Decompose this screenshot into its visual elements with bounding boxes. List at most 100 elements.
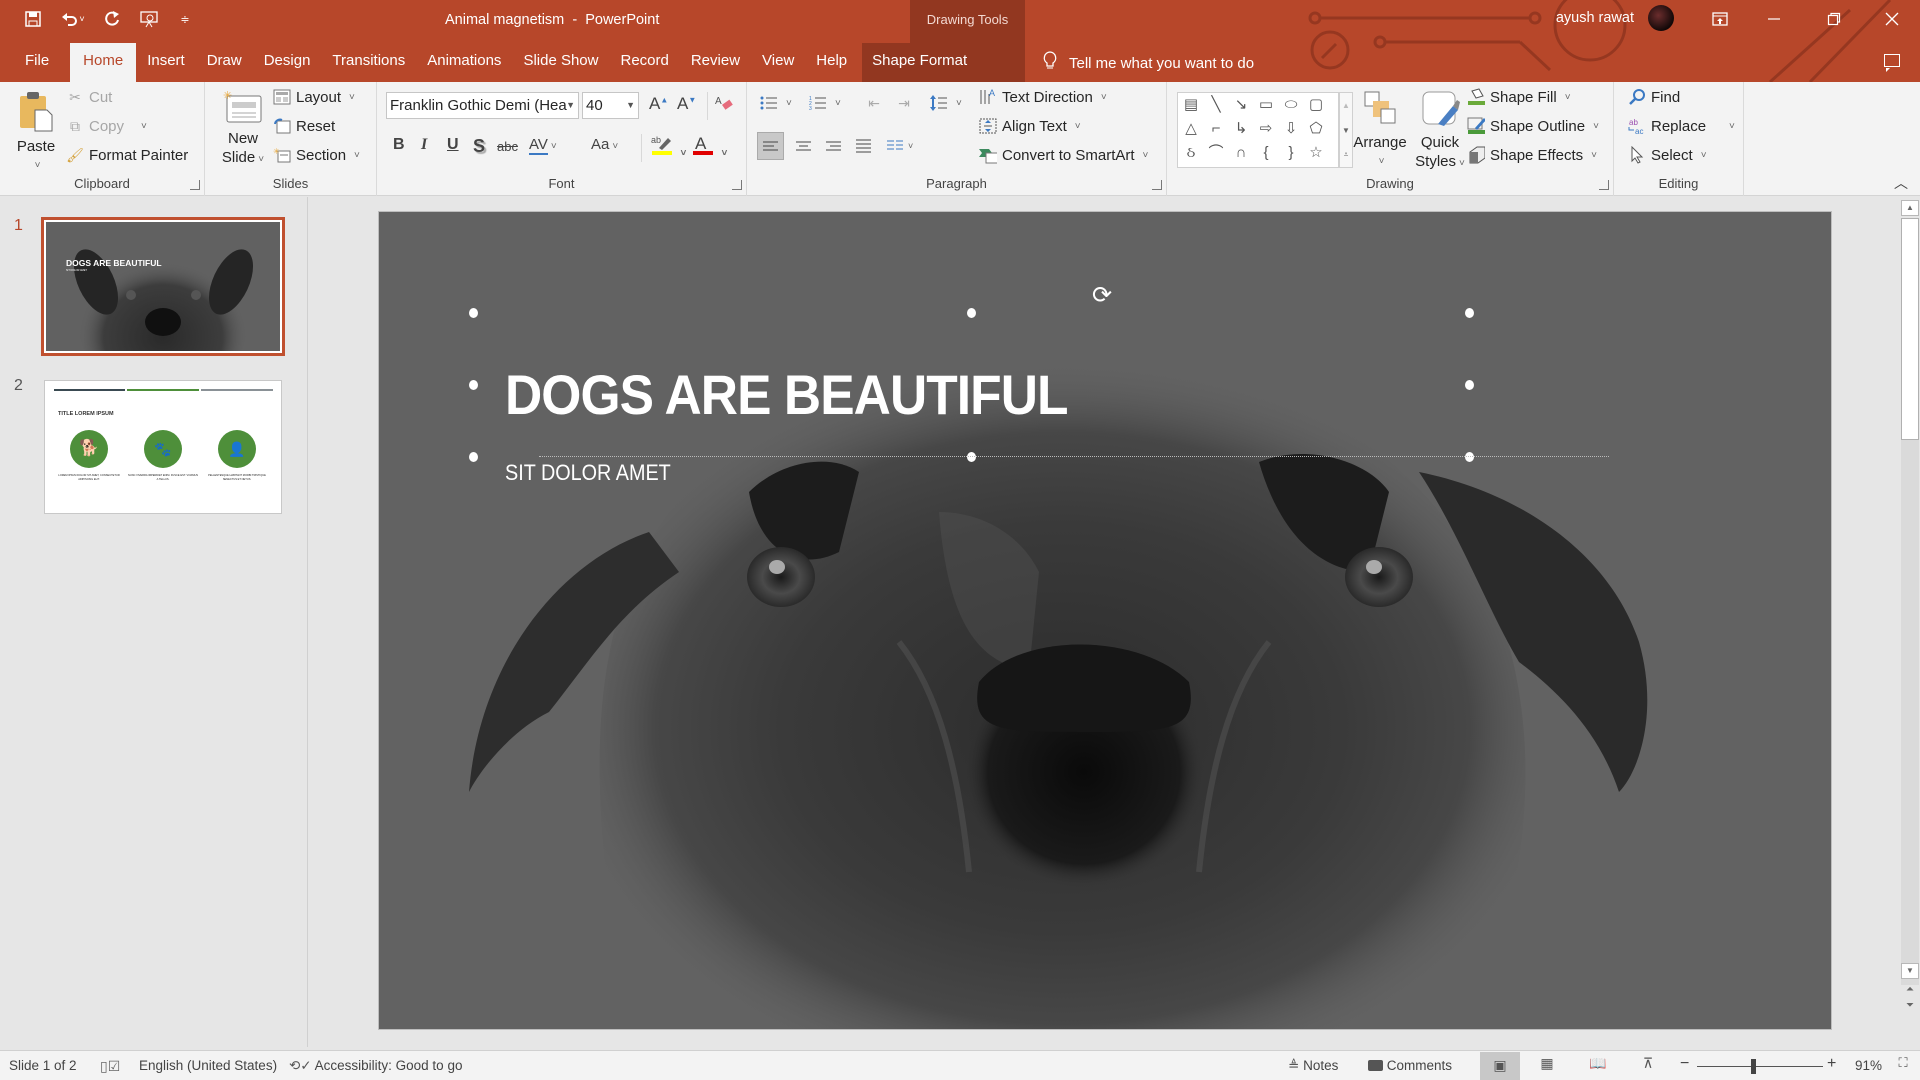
align-text-button[interactable]: Align Text ˅ (979, 117, 1081, 135)
font-size-dropdown-icon[interactable]: ▼ (626, 93, 635, 118)
scrollbar-track[interactable] (1901, 440, 1919, 985)
bullets-button[interactable]: ˅ (760, 94, 792, 112)
shape-arrow-icon[interactable]: ↘ (1230, 94, 1252, 116)
new-slide-dropdown-icon[interactable]: ˅ (258, 154, 264, 165)
tell-me-search[interactable]: Tell me what you want to do (1043, 51, 1254, 75)
resize-handle-left[interactable] (469, 380, 478, 390)
align-center-button[interactable] (791, 133, 816, 164)
new-slide-button[interactable]: ✳ New Slide ˅ (217, 90, 269, 169)
character-spacing-button[interactable]: AV ˅ (529, 136, 557, 155)
quick-styles-button[interactable]: Quick Styles ˅ (1412, 90, 1468, 173)
resize-handle-top[interactable] (967, 308, 976, 318)
resize-handle-top-right[interactable] (1465, 308, 1474, 318)
columns-button[interactable]: ˅ (884, 133, 918, 164)
scrollbar-thumb[interactable] (1901, 218, 1919, 440)
clear-formatting-button[interactable]: A (715, 94, 735, 119)
zoom-percent[interactable]: 91% (1855, 1058, 1882, 1073)
slide-subtitle[interactable]: SIT DOLOR AMET (505, 460, 671, 486)
bullets-dropdown-icon[interactable]: ˅ (786, 98, 792, 109)
paste-button[interactable]: Paste ˅ (14, 90, 58, 175)
tab-view[interactable]: View (751, 43, 805, 82)
resize-handle-bottom[interactable] (967, 452, 976, 462)
text-direction-button[interactable]: A Text Direction ˅ (979, 88, 1107, 106)
clipboard-dialog-launcher[interactable] (190, 180, 200, 190)
replace-dropdown-icon[interactable]: ˅ (1729, 121, 1735, 132)
arrange-dropdown-icon[interactable]: ˅ (1353, 152, 1410, 171)
cut-button[interactable]: ✂ Cut (66, 88, 112, 106)
undo-icon[interactable]: ˅ (58, 8, 88, 30)
collapse-ribbon-icon[interactable]: ︿ (1894, 173, 1908, 193)
shape-down-arrow-icon[interactable]: ⇩ (1280, 118, 1302, 140)
customize-qat-icon[interactable]: ≑ (174, 8, 196, 30)
tab-record[interactable]: Record (609, 43, 679, 82)
font-size-combobox[interactable]: 40 ▼ (582, 92, 639, 119)
previous-slide-icon[interactable]: ⏶ (1900, 984, 1920, 995)
increase-font-size-button[interactable]: A▲ (649, 94, 668, 114)
numbering-dropdown-icon[interactable]: ˅ (835, 98, 841, 109)
shape-snip-icon[interactable]: ⬠ (1305, 118, 1327, 140)
comments-button[interactable]: Comments (1368, 1058, 1452, 1073)
drawing-dialog-launcher[interactable] (1599, 180, 1609, 190)
slide-canvas[interactable]: ⟳ DOGS ARE BEAUTIFUL SIT DOLOR AMET (378, 211, 1832, 1030)
accessibility-checker[interactable]: ⟲✓ Accessibility: Good to go (289, 1058, 462, 1074)
convert-smartart-button[interactable]: Convert to SmartArt ˅ (979, 146, 1148, 164)
zoom-slider[interactable] (1697, 1066, 1823, 1067)
increase-indent-button[interactable]: ⇥ (895, 94, 913, 112)
shape-star-icon[interactable]: ☆ (1305, 142, 1327, 164)
shape-elbow-arrow-icon[interactable]: ↳ (1230, 118, 1252, 140)
layout-dropdown-icon[interactable]: ˅ (349, 92, 355, 103)
slide-thumbnail-2[interactable]: TITLE LOREM IPSUM 🐕 🐾 👤 LOREM IPSUM DOLO… (44, 380, 282, 514)
comments-pane-icon[interactable] (1884, 54, 1900, 72)
paragraph-dialog-launcher[interactable] (1152, 180, 1162, 190)
shape-arc-icon[interactable]: ⌒ (1205, 142, 1227, 164)
decrease-indent-button[interactable]: ⇤ (865, 94, 883, 112)
avatar[interactable] (1648, 5, 1674, 31)
paste-dropdown-icon[interactable]: ˅ (17, 156, 58, 175)
start-from-beginning-icon[interactable] (138, 8, 160, 30)
numbering-button[interactable]: 1 2 3 ˅ (809, 94, 841, 112)
user-name[interactable]: ayush rawat (1556, 10, 1634, 26)
zoom-in-icon[interactable]: + (1827, 1055, 1836, 1073)
slide-show-view-icon[interactable]: ⊼ (1637, 1055, 1659, 1075)
resize-handle-bottom-right[interactable] (1465, 452, 1474, 462)
tab-slide-show[interactable]: Slide Show (512, 43, 609, 82)
tab-home[interactable]: Home (70, 43, 137, 82)
align-right-button[interactable] (821, 133, 846, 164)
zoom-out-icon[interactable]: − (1680, 1055, 1689, 1073)
vertical-scrollbar[interactable]: ▲ ▼ ⏶ ⏷ (1900, 200, 1920, 1030)
section-button[interactable]: ✳ Section ˅ (273, 146, 360, 164)
resize-handle-right[interactable] (1465, 380, 1474, 390)
line-spacing-dropdown-icon[interactable]: ˅ (956, 98, 962, 109)
scroll-up-icon[interactable]: ▲ (1901, 200, 1919, 216)
copy-button[interactable]: ⧉ Copy ˅ (66, 117, 147, 135)
resize-handle-bottom-left[interactable] (469, 452, 478, 462)
zoom-slider-thumb[interactable] (1751, 1059, 1757, 1074)
font-color-dropdown-icon[interactable]: ˅ (721, 148, 727, 159)
align-text-dropdown-icon[interactable]: ˅ (1075, 121, 1081, 132)
highlight-dropdown-icon[interactable]: ˅ (680, 148, 686, 159)
notes-button[interactable]: ≜ Notes (1288, 1058, 1338, 1074)
line-spacing-button[interactable]: ˅ (930, 94, 962, 112)
font-color-button[interactable]: A ˅ (692, 134, 727, 161)
text-direction-dropdown-icon[interactable]: ˅ (1101, 92, 1107, 103)
char-spacing-dropdown-icon[interactable]: ˅ (551, 141, 557, 152)
minimize-icon[interactable] (1762, 8, 1786, 30)
shape-curve-icon[interactable]: ∩ (1230, 142, 1252, 164)
tab-animations[interactable]: Animations (416, 43, 512, 82)
slide-thumbnail-1[interactable]: DOGS ARE BEAUTIFUL SIT DOLOR AMET (41, 217, 285, 356)
shape-right-brace-icon[interactable]: } (1280, 142, 1302, 164)
ribbon-display-options-icon[interactable] (1708, 8, 1732, 30)
close-icon[interactable] (1880, 8, 1904, 30)
tab-file[interactable]: File (14, 43, 60, 82)
shape-line-icon[interactable]: ╲ (1205, 94, 1227, 116)
quick-styles-dropdown-icon[interactable]: ˅ (1459, 158, 1465, 169)
shape-fill-dropdown-icon[interactable]: ˅ (1565, 92, 1571, 103)
shape-right-arrow-icon[interactable]: ⇨ (1255, 118, 1277, 140)
language-indicator[interactable]: English (United States) (139, 1058, 277, 1073)
replace-button[interactable]: ab ac Replace ˅ (1628, 117, 1735, 135)
shape-outline-dropdown-icon[interactable]: ˅ (1593, 121, 1599, 132)
italic-button[interactable]: I (421, 136, 427, 154)
underline-button[interactable]: U (447, 136, 459, 154)
find-button[interactable]: Find (1628, 88, 1680, 106)
highlight-color-button[interactable]: ab ˅ (651, 134, 686, 161)
